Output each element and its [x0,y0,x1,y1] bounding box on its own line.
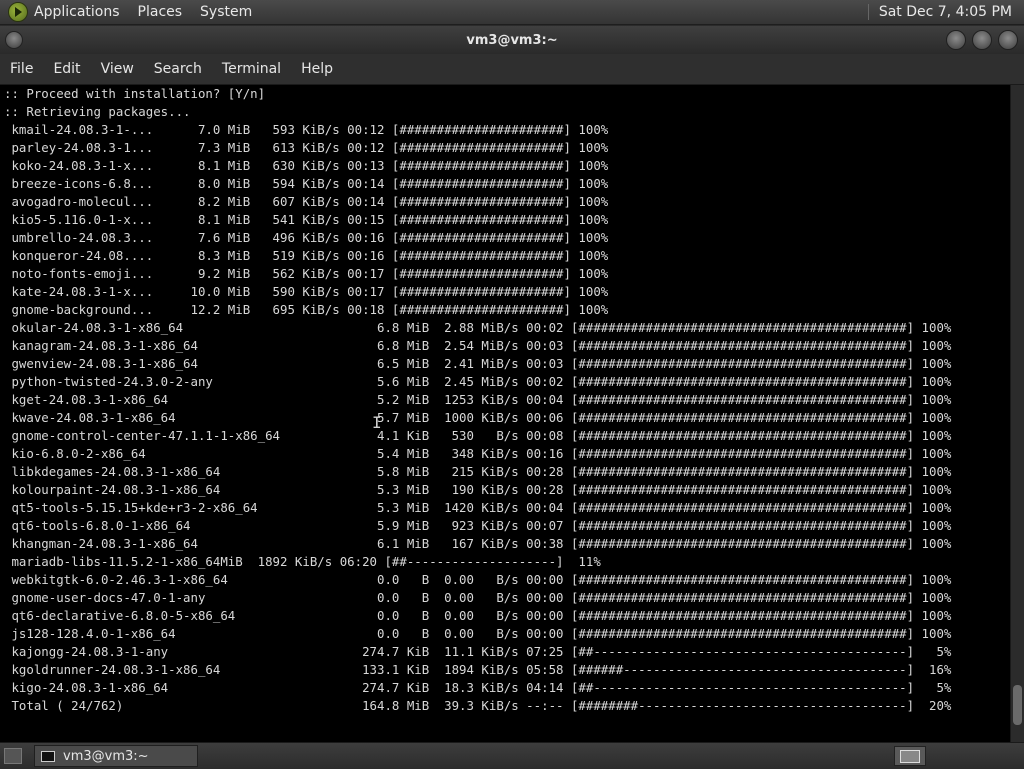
terminal-line: kanagram-24.08.3-1-x86_64 6.8 MiB 2.54 M… [4,338,952,353]
terminal-line: kigo-24.08.3-1-x86_64 274.7 KiB 18.3 KiB… [4,680,952,695]
terminal-line: kolourpaint-24.08.3-1-x86_64 5.3 MiB 190… [4,482,952,497]
terminal-line: python-twisted-24.3.0-2-any 5.6 MiB 2.45… [4,374,952,389]
terminal-line: kajongg-24.08.3-1-any 274.7 KiB 11.1 KiB… [4,644,952,659]
terminal-line: kio5-5.116.0-1-x... 8.1 MiB 541 KiB/s 00… [4,212,609,227]
places-menu[interactable]: Places [138,4,183,20]
terminal-line: okular-24.08.3-1-x86_64 6.8 MiB 2.88 MiB… [4,320,952,335]
terminal-line: kmail-24.08.3-1-... 7.0 MiB 593 KiB/s 00… [4,122,609,137]
maximize-icon[interactable] [972,30,992,50]
terminal-line: kwave-24.08.3-1-x86_64 5.7 MiB 1000 KiB/… [4,410,952,425]
terminal-line: umbrello-24.08.3... 7.6 MiB 496 KiB/s 00… [4,230,609,245]
show-desktop-icon[interactable] [4,748,22,764]
terminal-output[interactable]: :: Proceed with installation? [Y/n]:: Re… [0,85,1010,742]
text-cursor-icon: I [372,413,382,432]
terminal-line: gnome-user-docs-47.0-1-any 0.0 B 0.00 B/… [4,590,952,605]
menu-file[interactable]: File [0,61,43,77]
terminal-line: qt6-declarative-6.8.0-5-x86_64 0.0 B 0.0… [4,608,952,623]
terminal-line: libkdegames-24.08.3-1-x86_64 5.8 MiB 215… [4,464,952,479]
terminal-scrollbar[interactable] [1010,85,1024,742]
taskbar-window-button[interactable]: vm3@vm3:~ [34,745,198,767]
terminal-icon [41,750,55,762]
terminal-line: avogadro-molecul... 8.2 MiB 607 KiB/s 00… [4,194,609,209]
terminal-line: khangman-24.08.3-1-x86_64 6.1 MiB 167 Ki… [4,536,952,551]
terminal-line: :: Proceed with installation? [Y/n] [4,86,266,101]
terminal-line: webkitgtk-6.0-2.46.3-1-x86_64 0.0 B 0.00… [4,572,952,587]
terminal-menubar: File Edit View Search Terminal Help [0,54,1024,85]
terminal-line: konqueror-24.08.... 8.3 MiB 519 KiB/s 00… [4,248,609,263]
minimize-icon[interactable] [946,30,966,50]
window-titlebar[interactable]: vm3@vm3:~ [0,26,1024,54]
menu-edit[interactable]: Edit [43,61,90,77]
terminal-line: :: Retrieving packages... [4,104,191,119]
taskbar-window-label: vm3@vm3:~ [63,748,149,764]
panel-clock[interactable]: Sat Dec 7, 4:05 PM [879,4,1012,20]
terminal-line: koko-24.08.3-1-x... 8.1 MiB 630 KiB/s 00… [4,158,609,173]
terminal-line: kate-24.08.3-1-x... 10.0 MiB 590 KiB/s 0… [4,284,609,299]
workspace-switcher[interactable] [894,746,926,766]
terminal-line: breeze-icons-6.8... 8.0 MiB 594 KiB/s 00… [4,176,609,191]
terminal-line: mariadb-libs-11.5.2-1-x86_64MiB 1892 KiB… [4,554,601,569]
terminal-line: kgoldrunner-24.08.3-1-x86_64 133.1 KiB 1… [4,662,952,677]
terminal-line: noto-fonts-emoji... 9.2 MiB 562 KiB/s 00… [4,266,609,281]
terminal-line: qt5-tools-5.15.15+kde+r3-2-x86_64 5.3 Mi… [4,500,952,515]
terminal-line: gwenview-24.08.3-1-x86_64 6.5 MiB 2.41 M… [4,356,952,371]
terminal-line: js128-128.4.0-1-x86_64 0.0 B 0.00 B/s 00… [4,626,952,641]
window-menu-icon[interactable] [5,31,23,49]
top-panel: Applications Places System Sat Dec 7, 4:… [0,0,1024,25]
menu-help[interactable]: Help [291,61,343,77]
terminal-line: Total ( 24/762) 164.8 MiB 39.3 KiB/s --:… [4,698,952,713]
menu-view[interactable]: View [91,61,144,77]
window-title: vm3@vm3:~ [466,32,558,48]
close-icon[interactable] [998,30,1018,50]
menu-search[interactable]: Search [144,61,212,77]
applications-menu[interactable]: Applications [34,4,120,20]
distro-logo-icon[interactable] [8,2,28,22]
terminal-line: gnome-control-center-47.1.1-1-x86_64 4.1… [4,428,952,443]
terminal-line: parley-24.08.3-1... 7.3 MiB 613 KiB/s 00… [4,140,609,155]
window-controls [946,30,1018,50]
scrollbar-thumb[interactable] [1013,685,1022,725]
terminal-line: kget-24.08.3-1-x86_64 5.2 MiB 1253 KiB/s… [4,392,952,407]
terminal-line: gnome-background... 12.2 MiB 695 KiB/s 0… [4,302,609,317]
system-menu[interactable]: System [200,4,252,20]
menu-terminal[interactable]: Terminal [212,61,291,77]
terminal-line: qt6-tools-6.8.0-1-x86_64 5.9 MiB 923 KiB… [4,518,952,533]
bottom-panel: vm3@vm3:~ [0,742,1024,769]
panel-separator [867,4,869,20]
terminal-line: kio-6.8.0-2-x86_64 5.4 MiB 348 KiB/s 00:… [4,446,952,461]
